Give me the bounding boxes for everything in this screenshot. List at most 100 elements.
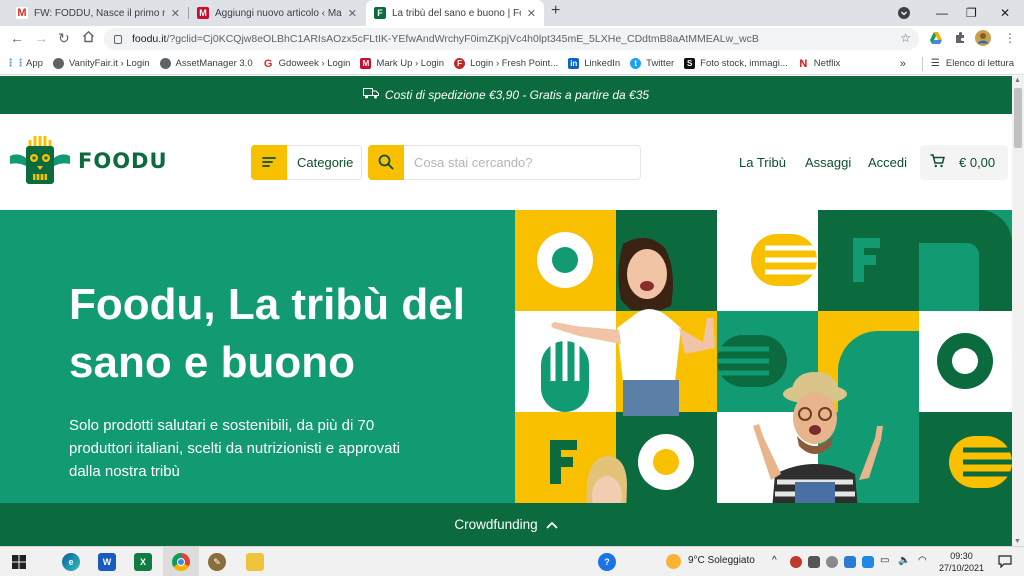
url-host: foodu.it: [132, 33, 167, 45]
speaker-icon[interactable]: 🔈: [898, 555, 910, 566]
bookmarks-bar: ⋮⋮ App VanityFair.it › Login AssetManage…: [0, 53, 1024, 75]
address-bar[interactable]: foodu.it/?gclid=Cj0KCQjw8eOLBhC1ARIsAOzx…: [104, 28, 919, 50]
markup-icon: M: [197, 7, 209, 19]
cloud-icon[interactable]: [826, 556, 838, 568]
divider: [921, 56, 923, 71]
battery-icon[interactable]: ▭: [880, 555, 889, 566]
tab-title: La tribù del sano e buono | Food: [392, 7, 521, 19]
scrollbar-thumb[interactable]: [1014, 88, 1022, 148]
linkedin-icon: in: [568, 58, 580, 69]
search-box: [368, 144, 641, 180]
bookmark-shutterstock[interactable]: S Foto stock, immagi...: [684, 58, 788, 69]
tab-gmail[interactable]: M FW: FODDU, Nasce il primo mod ✕: [8, 0, 188, 26]
restore-icon[interactable]: ❐: [966, 0, 977, 26]
excel-icon[interactable]: X: [134, 553, 152, 571]
nav-accedi[interactable]: Accedi: [868, 155, 907, 170]
mosaic-tile: [818, 210, 919, 311]
forward-icon[interactable]: →: [34, 30, 48, 46]
twitter-icon: t: [630, 58, 642, 69]
bookmark-assetmanager[interactable]: AssetManager 3.0: [159, 58, 253, 69]
drive-extension-icon[interactable]: [929, 31, 943, 45]
gdoweek-icon: G: [263, 57, 273, 70]
reading-list-button[interactable]: Elenco di lettura: [946, 58, 1014, 69]
word-icon[interactable]: W: [98, 553, 116, 571]
notifications-icon[interactable]: [998, 555, 1012, 573]
crowdfunding-bar[interactable]: Crowdfunding: [0, 503, 1012, 546]
bookmark-label: Gdoweek › Login: [278, 58, 351, 69]
back-icon[interactable]: ←: [10, 30, 24, 46]
foodu-icon: F: [374, 7, 386, 19]
reading-list-icon: ☰: [930, 58, 940, 69]
truck-icon: [362, 88, 379, 102]
tab-markup[interactable]: M Aggiungi nuovo articolo ‹ Mark U ✕: [189, 0, 365, 26]
sun-weather-icon: [666, 554, 681, 569]
bookmark-vanityfair[interactable]: VanityFair.it › Login: [52, 58, 150, 69]
windows-start-icon[interactable]: [12, 555, 26, 574]
mosaic-tile: [919, 412, 1012, 513]
minimize-icon[interactable]: —: [936, 0, 948, 26]
bookmark-label: AssetManager 3.0: [175, 58, 253, 69]
bookmark-twitter[interactable]: t Twitter: [630, 58, 674, 69]
chrome-icon[interactable]: [172, 553, 190, 571]
globe-icon: [159, 58, 171, 69]
crowdfunding-label: Crowdfunding: [454, 517, 538, 532]
bookmark-linkedin[interactable]: in LinkedIn: [568, 58, 620, 69]
help-icon[interactable]: ?: [598, 553, 616, 571]
tab-foodu[interactable]: F La tribù del sano e buono | Food ✕: [366, 0, 544, 26]
paint-icon[interactable]: ✎: [208, 553, 226, 571]
clock-time: 09:30: [950, 551, 973, 561]
show-hidden-icons-icon[interactable]: ^: [772, 555, 777, 566]
window-close-icon[interactable]: ✕: [1000, 0, 1010, 26]
weather-text[interactable]: 9°C Soleggiato: [688, 555, 755, 566]
edge-icon[interactable]: e: [62, 553, 80, 571]
site-logo[interactable]: FOODU: [10, 136, 168, 186]
close-icon[interactable]: ✕: [348, 7, 357, 20]
avatar[interactable]: [975, 30, 991, 46]
home-icon[interactable]: [82, 30, 95, 46]
page-scrollbar[interactable]: ▲ ▼: [1012, 76, 1024, 546]
bookmark-label: Twitter: [646, 58, 675, 69]
bookmark-markup[interactable]: M Mark Up › Login: [360, 58, 444, 69]
bookmark-apps[interactable]: ⋮⋮ App: [5, 58, 43, 69]
file-explorer-icon[interactable]: [246, 553, 264, 571]
browser-toolbar: ← → ↻ foodu.it/?gclid=Cj0KCQjw8eOLBhC1AR…: [0, 26, 1024, 53]
close-icon[interactable]: ✕: [171, 7, 180, 20]
bookmark-gdoweek[interactable]: G Gdoweek › Login: [263, 57, 351, 70]
chevron-up-icon: [546, 517, 558, 532]
tray-app-icon[interactable]: [808, 556, 820, 568]
tray-app-icon[interactable]: [844, 556, 856, 568]
cart-icon: [930, 154, 945, 171]
mosaic-tile: [919, 210, 1012, 311]
nav-assaggi[interactable]: Assaggi: [805, 155, 851, 170]
apps-grid-icon: ⋮⋮: [5, 58, 26, 69]
menu-kebab-icon[interactable]: ⋮: [1004, 31, 1016, 45]
hero-subtitle: Solo prodotti salutari e sostenibili, da…: [69, 417, 401, 480]
shipping-banner: Costi di spedizione €3,90 - Gratis a par…: [0, 76, 1012, 114]
search-input[interactable]: [414, 155, 634, 170]
categories-button[interactable]: Categorie: [251, 144, 362, 180]
scroll-up-arrow[interactable]: ▲: [1014, 77, 1021, 84]
system-clock[interactable]: 09:30 27/10/2021: [939, 550, 984, 574]
clock-date: 27/10/2021: [938, 563, 984, 573]
tray-app-icon[interactable]: [862, 556, 874, 568]
tray-app-icon[interactable]: [790, 556, 802, 568]
bookmark-netflix[interactable]: N Netflix: [798, 58, 840, 70]
wifi-icon[interactable]: ◠: [918, 555, 927, 566]
search-icon[interactable]: [368, 144, 404, 180]
scroll-down-arrow[interactable]: ▼: [1014, 538, 1021, 545]
hero-mosaic-image: [515, 210, 1012, 546]
nav-la-tribu[interactable]: La Tribù: [739, 155, 786, 170]
site-header: FOODU Categorie La Tribù Assaggi Accedi …: [0, 114, 1012, 210]
close-icon[interactable]: ✕: [527, 7, 536, 20]
new-tab-button[interactable]: +: [551, 2, 560, 20]
mosaic-tile: [616, 412, 717, 513]
mosaic-tile: [919, 311, 1012, 412]
more-bookmarks-button[interactable]: »: [900, 58, 906, 70]
freshpoint-icon: F: [454, 58, 466, 69]
profile-menu-icon[interactable]: [898, 0, 910, 26]
reload-icon[interactable]: ↻: [58, 30, 70, 47]
bookmark-star-icon[interactable]: ☆: [900, 31, 911, 45]
bookmark-freshpoint[interactable]: F Login › Fresh Point...: [454, 58, 558, 69]
extensions-puzzle-icon[interactable]: [953, 31, 967, 45]
cart-button[interactable]: € 0,00: [920, 145, 1008, 180]
